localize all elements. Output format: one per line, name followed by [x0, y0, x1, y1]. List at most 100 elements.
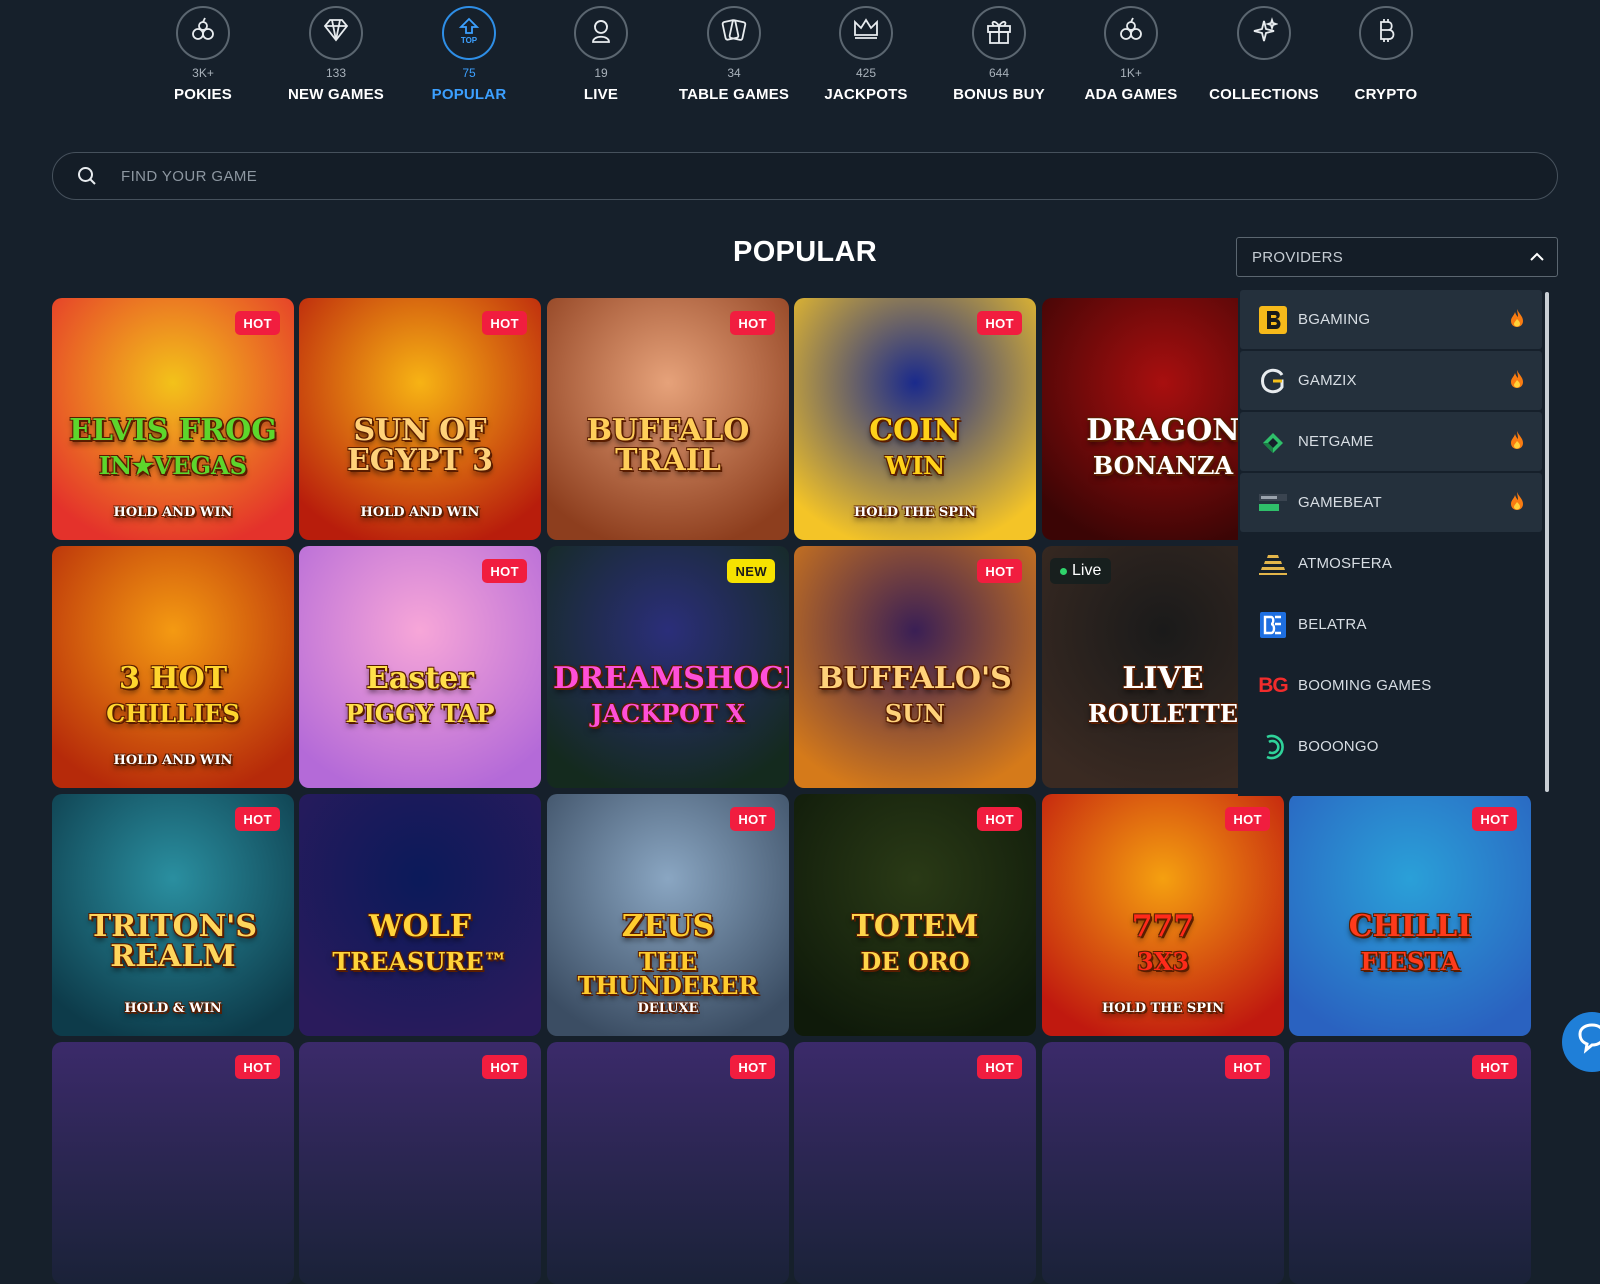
game-tile[interactable]: ZEUS THE THUNDERER DELUXE HOT [547, 794, 789, 1036]
hot-badge: HOT [1225, 807, 1270, 831]
nav-count: 34 [727, 66, 741, 80]
game-title: CHILLI [1348, 909, 1472, 944]
cherries-icon [176, 6, 230, 60]
provider-item-gamebeat[interactable]: GAMEBEAT [1240, 473, 1542, 532]
hot-badge: HOT [1472, 1055, 1517, 1079]
game-subtitle: JACKPOT X [591, 699, 745, 728]
game-tile[interactable]: HOT [1042, 1042, 1284, 1284]
game-tile[interactable]: SUN OF EGYPT 3 HOLD AND WIN HOT [299, 298, 541, 540]
hot-badge: HOT [1225, 1055, 1270, 1079]
game-tile[interactable]: Easter PIGGY TAP HOT [299, 546, 541, 788]
game-tile[interactable]: DREAMSHOCK JACKPOT X NEW [547, 546, 789, 788]
search-input[interactable] [119, 153, 1523, 200]
game-tile[interactable]: BUFFALO'S SUN HOT [794, 546, 1036, 788]
nav-item-bonus-buy[interactable]: 644 BONUS BUY [924, 6, 1074, 103]
provider-item-booongo[interactable]: BOOONGO [1240, 717, 1542, 776]
provider-name: BOOMING GAMES [1298, 677, 1432, 694]
nav-item-pokies[interactable]: 3K+ POKIES [128, 6, 278, 103]
chat-button[interactable] [1562, 1012, 1600, 1072]
game-tile[interactable]: HOT [299, 1042, 541, 1284]
provider-name: GAMEBEAT [1298, 494, 1382, 511]
hot-badge: HOT [235, 807, 280, 831]
nav-item-ada-games[interactable]: 1K+ ADA GAMES [1056, 6, 1206, 103]
nav-count: 133 [325, 66, 347, 80]
provider-name: ATMOSFERA [1298, 555, 1393, 572]
game-title: Easter [366, 661, 474, 696]
game-title: ZEUS [621, 909, 715, 944]
hot-badge: HOT [977, 311, 1022, 335]
provider-item-bgaming[interactable]: BGAMING [1240, 290, 1542, 349]
game-title: 777 [1131, 909, 1195, 944]
game-tile[interactable]: HOT [794, 1042, 1036, 1284]
nav-item-jackpots[interactable]: 425 JACKPOTS [791, 6, 941, 103]
dealer-icon [574, 6, 628, 60]
gift-icon [972, 6, 1026, 60]
game-title: COIN [869, 413, 961, 448]
game-subtitle: CHILLIES [106, 699, 240, 728]
booongo-logo [1258, 732, 1288, 762]
nav-count: 75 [462, 66, 476, 80]
flame-icon [1510, 308, 1524, 333]
game-tagline: DELUXE [637, 1001, 699, 1016]
game-title: TOTEM [851, 909, 979, 944]
game-title: BUFFALO TRAIL [586, 413, 750, 478]
nav-item-crypto[interactable]: CRYPTO [1311, 6, 1461, 103]
game-tile[interactable]: HOT [547, 1042, 789, 1284]
provider-item-belatra[interactable]: BELATRA [1240, 595, 1542, 654]
nav-label: JACKPOTS [824, 86, 908, 103]
chevron-up-icon [1529, 249, 1545, 270]
provider-item-booming-games[interactable]: BG BOOMING GAMES [1240, 656, 1542, 715]
game-tile[interactable]: HOT [1289, 1042, 1531, 1284]
game-tile[interactable]: BUFFALO TRAIL HOT [547, 298, 789, 540]
game-title: ELVIS FROG [69, 413, 277, 448]
game-tile[interactable]: CHILLI FIESTA HOT [1289, 794, 1531, 1036]
search-bar[interactable] [52, 152, 1558, 200]
game-tile[interactable]: ELVIS FROG IN★VEGAS HOLD AND WIN HOT [52, 298, 294, 540]
nav-count: 3K+ [192, 66, 214, 80]
game-tile[interactable]: TRITON'S REALM HOLD & WIN HOT [52, 794, 294, 1036]
game-tile[interactable]: COIN WIN HOLD THE SPIN HOT [794, 298, 1036, 540]
game-tile[interactable]: 3 HOT CHILLIES HOLD AND WIN [52, 546, 294, 788]
providers-dropdown[interactable]: PROVIDERS [1236, 237, 1558, 277]
game-tile[interactable]: WOLF TREASURE™ [299, 794, 541, 1036]
game-subtitle: PIGGY TAP [345, 699, 495, 728]
game-subtitle: SUN [884, 699, 946, 728]
top-icon-text: TOP [461, 36, 478, 45]
providers-list: BGAMING GAMZIX NETGAME GAMEBEAT ATMOSFER… [1238, 290, 1550, 796]
gamzix-logo [1258, 366, 1288, 396]
nav-item-new-games[interactable]: 133 NEW GAMES [261, 6, 411, 103]
hot-badge: HOT [482, 1055, 527, 1079]
game-tagline: HOLD THE SPIN [853, 505, 977, 520]
nav-item-live[interactable]: 19 LIVE [526, 6, 676, 103]
nav-label: NEW GAMES [288, 86, 384, 103]
provider-name: BGAMING [1298, 311, 1371, 328]
bitcoin-icon [1359, 6, 1413, 60]
provider-name: BOOONGO [1298, 738, 1379, 755]
flame-icon [1510, 430, 1524, 455]
hot-badge: HOT [482, 311, 527, 335]
dropdown-scrollbar[interactable] [1545, 292, 1549, 792]
providers-label: PROVIDERS [1252, 249, 1344, 266]
game-tagline: HOLD & WIN [124, 1001, 222, 1016]
diamond-icon [309, 6, 363, 60]
cards-icon [707, 6, 761, 60]
game-subtitle: TREASURE™ [332, 947, 508, 976]
game-tile[interactable]: TOTEM DE ORO HOT [794, 794, 1036, 1036]
nav-count: 1K+ [1120, 66, 1142, 80]
nav-item-table-games[interactable]: 34 TABLE GAMES [659, 6, 809, 103]
game-title: WOLF [368, 909, 472, 944]
provider-item-atmosfera[interactable]: ATMOSFERA [1240, 534, 1542, 593]
nav-item-popular[interactable]: TOP 75 POPULAR [394, 6, 544, 103]
game-tile[interactable]: HOT [52, 1042, 294, 1284]
category-nav: 3K+ POKIES 133 NEW GAMES TOP 75 POPULAR … [0, 0, 1600, 110]
game-subtitle: IN★VEGAS [98, 451, 248, 480]
new-badge: NEW [727, 559, 775, 583]
hot-badge: HOT [235, 311, 280, 335]
hot-badge: HOT [1472, 807, 1517, 831]
provider-item-gamzix[interactable]: GAMZIX [1240, 351, 1542, 410]
nav-count: 644 [988, 66, 1010, 80]
game-tile[interactable]: 777 3X3 HOLD THE SPIN HOT [1042, 794, 1284, 1036]
provider-item-netgame[interactable]: NETGAME [1240, 412, 1542, 471]
live-badge: Live [1050, 558, 1112, 584]
nav-label: LIVE [583, 86, 619, 103]
